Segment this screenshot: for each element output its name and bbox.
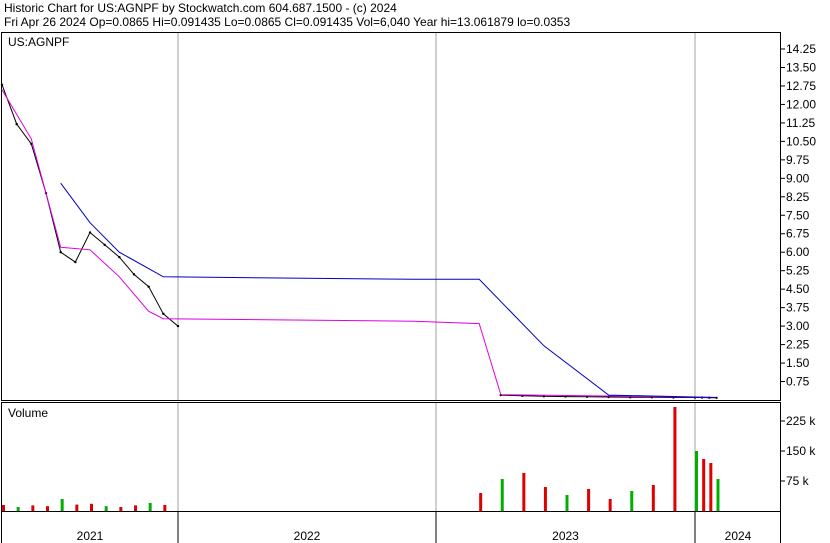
volume-bar [565,495,569,511]
price-point [176,324,180,328]
volume-bar [104,506,108,511]
y-tick-label: 12.00 [786,97,816,111]
price-point [162,312,165,315]
volume-bar [46,506,49,511]
volume-bar [500,479,504,511]
volume-bar [90,503,93,511]
volume-bar [163,505,167,511]
price-point [0,83,4,86]
y-tick-label: 11.25 [786,116,815,130]
volume-tick-label: 225 k [786,414,816,428]
year-label: 2022 [294,529,321,543]
series-moving-average-short [1,89,717,398]
y-tick-label: 3.75 [786,301,810,315]
y-tick-label: 6.00 [786,245,810,259]
volume-bar [673,407,677,511]
y-tick-label: 2.25 [786,338,810,352]
y-tick-label: 4.50 [786,282,810,296]
volume-bar [119,507,123,511]
y-tick-label: 14.25 [786,42,816,56]
y-tick-label: 0.75 [786,375,810,389]
price-point [15,122,18,126]
chart-canvas: 14.25 13.50 12.75 12.00 11.25 10.50 9.75 9.00 8.… [0,33,816,543]
y-tick-label: 8.25 [786,190,810,204]
volume-bar [134,505,137,511]
price-point [59,251,62,254]
volume-tick-label: 75 k [786,474,810,488]
volume-tick-label: 150 k [786,444,816,458]
y-tick-label: 5.25 [786,264,810,278]
volume-bar [31,505,35,511]
y-tick-label: 6.75 [786,227,810,241]
volume-bar [630,491,634,511]
y-tick-label: 1.50 [786,356,810,370]
price-point [132,273,136,276]
series-price [1,84,717,399]
year-label: 2024 [725,529,752,543]
price-point [103,243,106,247]
series-moving-average-long [60,182,717,398]
volume-bar [522,473,526,511]
y-tick-label: 7.50 [786,208,810,222]
y-tick-label: 9.75 [786,153,810,167]
price-point [147,285,150,288]
volume-bar [608,499,612,511]
y-tick-label: 9.00 [786,171,810,185]
volume-bar [60,499,64,511]
y-tick-label: 13.50 [786,60,816,74]
volume-bar [587,489,591,511]
volume-bar [651,485,655,511]
volume-bar [709,463,713,511]
volume-bar [543,487,547,511]
year-label: 2021 [77,529,104,543]
y-tick-label: 3.00 [786,319,810,333]
y-tick-label: 12.75 [786,79,816,93]
year-label: 2023 [552,529,579,543]
volume-bar [479,493,483,511]
volume-bar [695,451,698,511]
price-point [74,260,77,264]
volume-bar [75,504,79,511]
price-point [118,255,121,259]
volume-bar [16,507,20,511]
volume-bar [702,459,706,511]
volume-bar [148,503,152,511]
volume-bar [2,505,5,511]
volume-bar [716,479,720,511]
price-point [88,231,92,234]
y-tick-label: 10.50 [786,134,816,148]
